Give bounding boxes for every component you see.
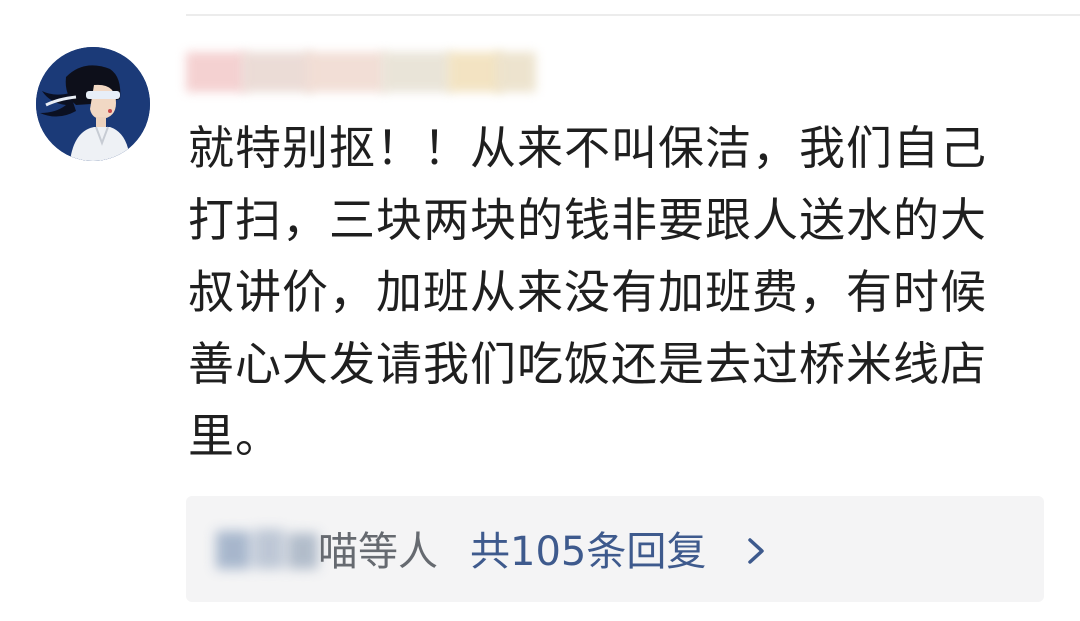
avatar[interactable] (36, 47, 150, 161)
comment-text: 就特别抠！！从来不叫保洁，我们自己打扫，三块两块的钱非要跟人送水的大叔讲价，加班… (188, 121, 987, 463)
reply-count-link[interactable]: 共105条回复 (470, 522, 706, 582)
reply-names-obscured (214, 525, 322, 575)
chevron-right-icon[interactable] (742, 530, 772, 572)
top-divider (186, 14, 1080, 16)
username[interactable] (186, 52, 546, 92)
avatar-illustration (36, 47, 150, 161)
reply-user-names[interactable]: 喵等人 (318, 522, 438, 582)
